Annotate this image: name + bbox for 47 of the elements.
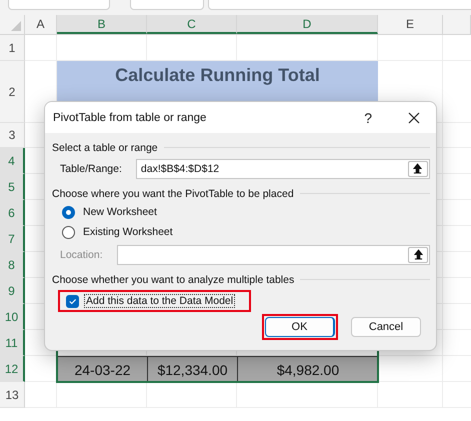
close-button[interactable] [408,112,420,124]
range-value: dax!$B$4:$D$12 [140,162,220,174]
check-icon [68,296,77,306]
corner-triangle-icon [11,21,21,31]
table-cell: $12,334.00 [147,356,238,383]
radio-button[interactable] [62,206,75,218]
row-header[interactable]: 4 [0,148,25,174]
upload-arrow-icon [413,163,422,174]
section-heading: Choose where you want the PivotTable to be placed [52,188,294,200]
field-label: Location: [60,248,103,260]
checkbox[interactable] [66,294,79,308]
column-header[interactable]: D [237,15,378,34]
row-header[interactable]: 1 [0,35,25,61]
radio-label[interactable]: New Worksheet [83,206,157,218]
help-button[interactable]: ? [364,110,372,126]
field-label: Table/Range: [60,162,122,174]
location-field[interactable] [116,244,430,264]
section-heading: Choose whether you want to analyze multiple tables [52,274,294,286]
row-header[interactable]: 2 [0,61,25,123]
row-header[interactable]: 12 [0,356,25,382]
row-header[interactable]: 3 [0,123,25,148]
row-header[interactable]: 11 [0,330,25,356]
radio-label[interactable]: Existing Worksheet [83,226,173,238]
section-heading: Select a table or range [52,142,158,154]
cancel-button[interactable]: Cancel [351,317,421,337]
dialog-title: PivotTable from table or range [53,112,208,124]
title-text: Calculate Running Total [115,64,320,87]
ok-button[interactable]: OK [265,317,335,337]
upload-arrow-icon [414,249,422,260]
table-cell: 24-03-22 [57,356,148,383]
collapse-button[interactable] [408,160,428,176]
checkbox-label[interactable]: Add this data to the Data Model [84,294,236,308]
close-icon [408,112,420,124]
column-header[interactable]: B [57,15,147,34]
row-header[interactable]: 5 [0,174,25,200]
radio-button[interactable] [62,226,75,238]
table-cell: $4,982.00 [237,356,379,383]
row-header[interactable]: 8 [0,252,25,278]
row-header[interactable]: 13 [0,382,25,408]
row-header[interactable]: 6 [0,200,25,226]
row-header[interactable]: 7 [0,226,25,252]
row-header[interactable]: 10 [0,304,25,330]
range-field[interactable]: dax!$B$4:$D$12 [136,158,430,178]
collapse-button[interactable] [408,246,428,262]
row-header[interactable]: 9 [0,278,25,304]
column-header[interactable]: E [378,15,443,34]
column-header[interactable]: C [147,15,237,34]
